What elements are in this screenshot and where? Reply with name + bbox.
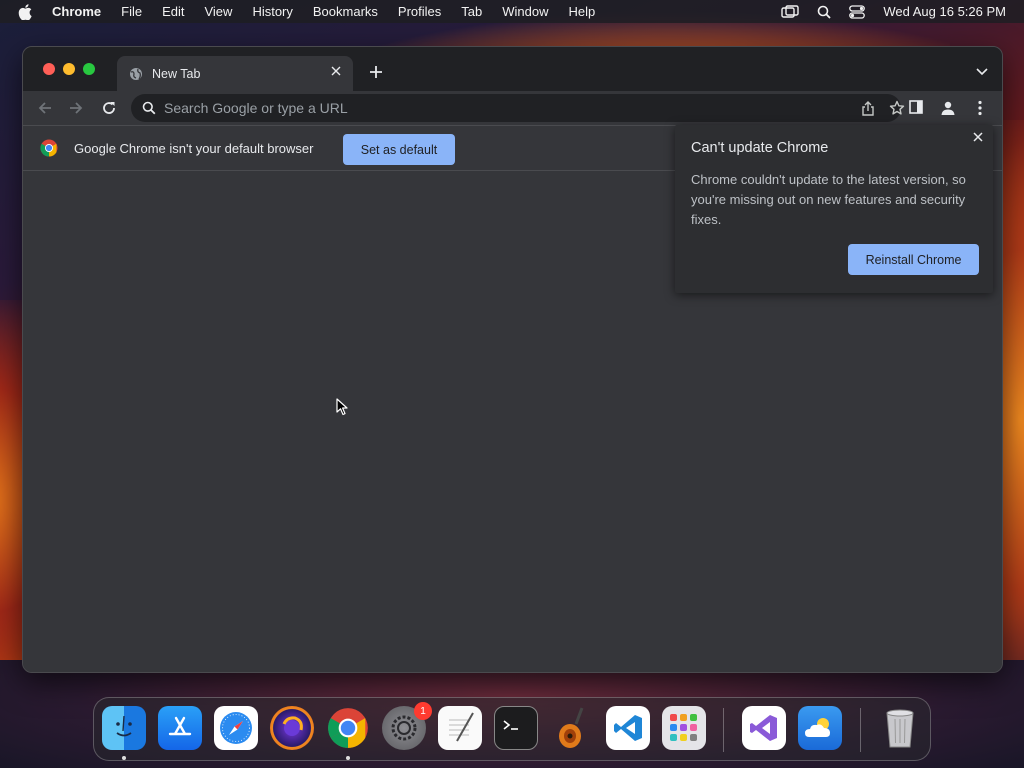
menu-edit[interactable]: Edit (162, 4, 184, 19)
launchpad-icon[interactable] (662, 706, 706, 750)
terminal-icon[interactable] (494, 706, 538, 750)
toolbar: Search Google or type a URL (23, 91, 1002, 125)
safari-icon[interactable] (214, 706, 258, 750)
more-options-icon[interactable] (978, 100, 982, 116)
dock: 1 (93, 697, 931, 761)
new-tab-plus-icon[interactable] (369, 65, 383, 79)
reinstall-chrome-button[interactable]: Reinstall Chrome (848, 244, 979, 275)
tab-search-chevron-icon[interactable] (976, 68, 988, 76)
popup-title: Can't update Chrome (691, 140, 829, 156)
menu-bookmarks[interactable]: Bookmarks (313, 4, 378, 19)
trash-icon[interactable] (878, 706, 922, 750)
spotlight-search-icon[interactable] (817, 5, 832, 19)
infobar-message: Google Chrome isn't your default browser (74, 140, 314, 156)
textedit-icon[interactable] (438, 706, 482, 750)
menu-view[interactable]: View (204, 4, 232, 19)
garageband-icon[interactable] (550, 706, 594, 750)
screen-mirroring-icon[interactable] (781, 4, 800, 19)
globe-icon (129, 67, 143, 81)
firefox-icon[interactable] (270, 706, 314, 750)
apple-menu-icon[interactable] (18, 3, 36, 20)
close-popup-icon[interactable] (973, 132, 983, 142)
app-store-icon[interactable] (158, 706, 202, 750)
weather-icon[interactable] (798, 706, 842, 750)
profile-avatar-icon[interactable] (940, 100, 956, 116)
bookmark-star-icon[interactable] (889, 100, 905, 116)
back-arrow-icon[interactable] (37, 100, 53, 116)
popup-body: Chrome couldn't update to the latest ver… (691, 172, 966, 227)
search-icon (142, 101, 156, 115)
share-icon[interactable] (861, 101, 875, 116)
forward-arrow-icon[interactable] (68, 100, 84, 116)
zoom-window-button[interactable] (83, 63, 95, 75)
chrome-logo-icon (40, 139, 58, 157)
close-window-button[interactable] (43, 63, 55, 75)
reload-icon[interactable] (101, 100, 117, 116)
cant-update-popup: Can't update Chrome Chrome couldn't upda… (675, 125, 993, 293)
chrome-window: New Tab Search Google or type a URL Goog… (22, 46, 1003, 673)
menu-app-name[interactable]: Chrome (52, 4, 101, 19)
menu-bar: Chrome File Edit View History Bookmarks … (0, 0, 1024, 23)
menu-file[interactable]: File (121, 4, 142, 19)
menu-tab[interactable]: Tab (461, 4, 482, 19)
omnibox-placeholder: Search Google or type a URL (164, 100, 348, 116)
mouse-cursor-icon (336, 398, 348, 421)
tab-strip: New Tab (23, 47, 1002, 91)
minimize-window-button[interactable] (63, 63, 75, 75)
set-as-default-button[interactable]: Set as default (343, 134, 455, 165)
tab-new-tab[interactable]: New Tab (117, 56, 353, 91)
finder-icon[interactable] (102, 706, 146, 750)
settings-notification-badge: 1 (414, 702, 432, 720)
tab-title: New Tab (152, 66, 201, 81)
control-center-icon[interactable] (849, 4, 866, 19)
menu-profiles[interactable]: Profiles (398, 4, 441, 19)
chrome-dock-icon[interactable] (326, 706, 370, 750)
menubar-clock[interactable]: Wed Aug 16 5:26 PM (883, 4, 1006, 19)
close-tab-icon[interactable] (331, 66, 341, 76)
vscode-icon[interactable] (606, 706, 650, 750)
omnibox[interactable]: Search Google or type a URL (131, 94, 905, 122)
side-panel-icon[interactable] (909, 100, 923, 114)
visual-studio-icon[interactable] (742, 706, 786, 750)
menu-help[interactable]: Help (569, 4, 596, 19)
menu-window[interactable]: Window (502, 4, 548, 19)
menu-history[interactable]: History (252, 4, 292, 19)
